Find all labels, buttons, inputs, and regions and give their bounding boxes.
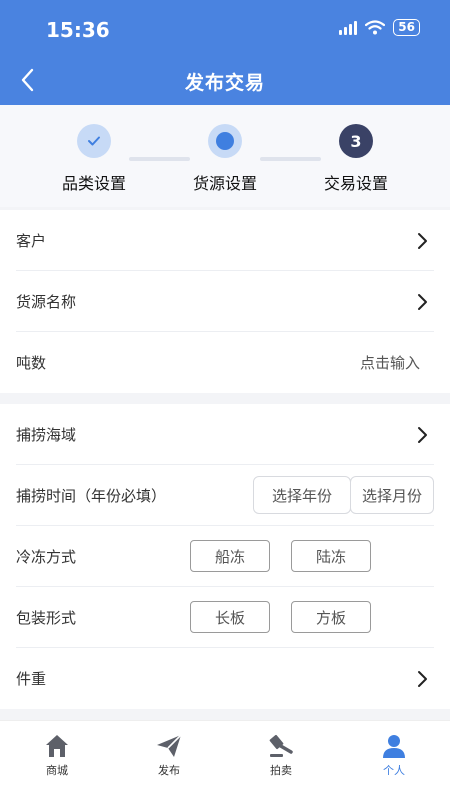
send-icon xyxy=(157,734,182,757)
status-icons: 56 xyxy=(339,19,420,36)
battery-icon: 56 xyxy=(393,19,420,36)
tab-auction[interactable]: 拍卖 xyxy=(241,733,321,778)
tab-profile[interactable]: 个人 xyxy=(354,733,434,778)
fishing-time-label: 捕捞时间（年份必填） xyxy=(16,486,167,505)
customer-row[interactable]: 客户 xyxy=(16,210,434,271)
tab-label: 个人 xyxy=(383,764,405,777)
freeze-option-ship[interactable]: 船冻 xyxy=(190,540,270,572)
tonnage-label: 吨数 xyxy=(16,354,47,372)
step-number: 3 xyxy=(339,124,373,158)
home-icon xyxy=(46,735,68,757)
detail-card: 捕捞海域 捕捞时间（年份必填） 选择年份 选择月份 冷冻方式 船冻 陆冻 包装形… xyxy=(0,404,450,709)
step-label: 货源设置 xyxy=(192,174,257,193)
tab-label: 发布 xyxy=(158,764,180,777)
chevron-right-icon xyxy=(418,233,427,249)
auction-hammer-icon xyxy=(269,734,293,757)
user-icon xyxy=(383,735,405,758)
step-source: 货源设置 xyxy=(175,124,275,194)
step-label: 品类设置 xyxy=(61,174,126,193)
chevron-right-icon xyxy=(418,671,427,687)
source-name-row[interactable]: 货源名称 xyxy=(16,271,434,332)
select-month-button[interactable]: 选择月份 xyxy=(350,476,434,514)
step-label: 交易设置 xyxy=(323,174,388,193)
tab-label: 拍卖 xyxy=(270,764,292,777)
tab-publish[interactable]: 发布 xyxy=(129,733,209,778)
app-header: 15:36 56 发布交易 xyxy=(0,0,450,105)
check-icon xyxy=(77,124,111,158)
fishing-time-row: 捕捞时间（年份必填） 选择年份 选择月份 xyxy=(16,465,434,526)
fishing-area-row[interactable]: 捕捞海域 xyxy=(16,404,434,465)
packing-row: 包装形式 长板 方板 xyxy=(16,587,434,648)
packing-option-square[interactable]: 方板 xyxy=(291,601,371,633)
packing-option-long[interactable]: 长板 xyxy=(190,601,270,633)
tab-mall[interactable]: 商城 xyxy=(17,733,97,778)
freeze-option-land[interactable]: 陆冻 xyxy=(291,540,371,572)
bottom-tab-bar: 商城 发布 拍卖 个人 xyxy=(0,720,450,800)
basic-info-card: 客户 货源名称 吨数 点击输入 xyxy=(0,210,450,393)
customer-label: 客户 xyxy=(16,231,47,250)
step-trade: 3 交易设置 xyxy=(306,124,406,194)
tonnage-input[interactable]: 点击输入 xyxy=(360,352,420,373)
current-step-dot xyxy=(208,124,242,158)
page-title: 发布交易 xyxy=(184,72,265,94)
step-category: 品类设置 xyxy=(44,124,144,194)
packing-label: 包装形式 xyxy=(16,608,77,627)
select-year-button[interactable]: 选择年份 xyxy=(253,476,351,514)
chevron-right-icon xyxy=(418,427,427,443)
tab-label: 商城 xyxy=(46,764,68,777)
tonnage-row: 吨数 点击输入 xyxy=(16,332,434,393)
chevron-right-icon xyxy=(418,294,427,310)
freeze-method-label: 冷冻方式 xyxy=(16,547,77,566)
freeze-method-row: 冷冻方式 船冻 陆冻 xyxy=(16,526,434,587)
fishing-area-label: 捕捞海域 xyxy=(16,425,77,444)
piece-weight-label: 件重 xyxy=(16,670,47,688)
status-time: 15:36 xyxy=(46,18,110,42)
cellular-signal-icon xyxy=(339,20,358,35)
wifi-icon xyxy=(365,20,386,35)
source-name-label: 货源名称 xyxy=(16,292,77,311)
piece-weight-row[interactable]: 件重 xyxy=(16,648,434,709)
